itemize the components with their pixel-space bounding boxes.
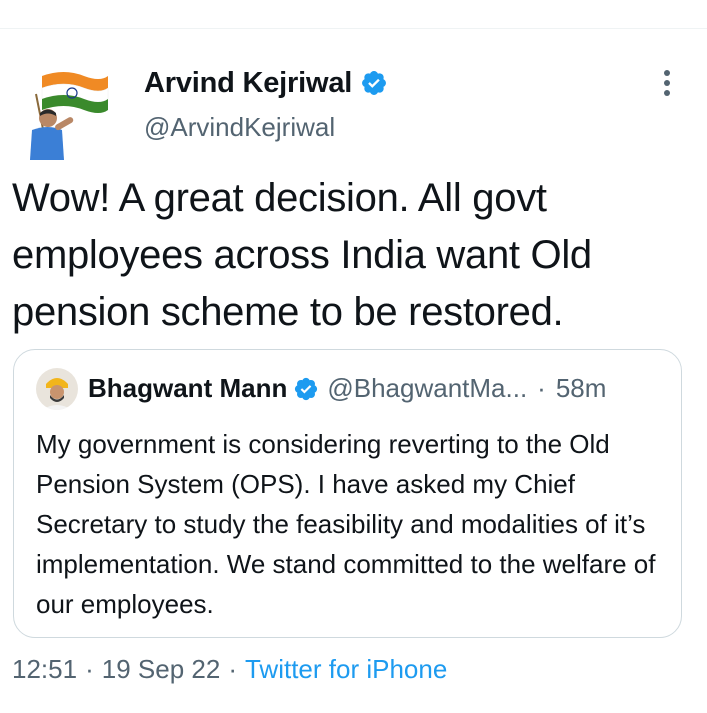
separator-dot: · <box>228 654 237 684</box>
quoted-tweet-card[interactable]: Bhagwant Mann @BhagwantMa... · 58m My go… <box>13 349 682 638</box>
avatar-image <box>30 72 109 160</box>
verified-badge-icon <box>295 377 318 400</box>
tweet-date[interactable]: 19 Sep 22 <box>102 654 221 684</box>
tweet-metadata: 12:51 · 19 Sep 22 · Twitter for iPhone <box>12 654 447 685</box>
author-name[interactable]: Arvind Kejriwal <box>144 67 352 100</box>
quoted-tweet-text: My government is considering reverting t… <box>36 429 656 619</box>
quoted-author-avatar[interactable] <box>36 368 78 410</box>
verified-badge-icon <box>362 71 387 95</box>
more-options-icon[interactable] <box>660 70 674 102</box>
tweet-text: Wow! A great decision. All govt employee… <box>12 176 592 334</box>
separator-dot: · <box>537 373 546 403</box>
author-name-row: Arvind Kejriwal <box>144 66 388 100</box>
separator-dot: · <box>85 654 94 684</box>
author-block: Arvind Kejriwal @ArvindKejriwal <box>144 66 388 143</box>
tweet-source-link[interactable]: Twitter for iPhone <box>245 654 447 684</box>
top-divider <box>0 28 707 29</box>
quoted-tweet-header: Bhagwant Mann @BhagwantMa... · 58m <box>88 373 606 404</box>
quoted-author-name[interactable]: Bhagwant Mann <box>88 373 287 404</box>
author-handle[interactable]: @ArvindKejriwal <box>144 112 388 143</box>
quoted-author-handle[interactable]: @BhagwantMa... <box>327 373 527 404</box>
tweet-time[interactable]: 12:51 <box>12 654 77 684</box>
author-avatar[interactable] <box>14 64 114 164</box>
quoted-tweet-time[interactable]: 58m <box>556 373 607 404</box>
quoted-avatar-image <box>36 368 78 410</box>
